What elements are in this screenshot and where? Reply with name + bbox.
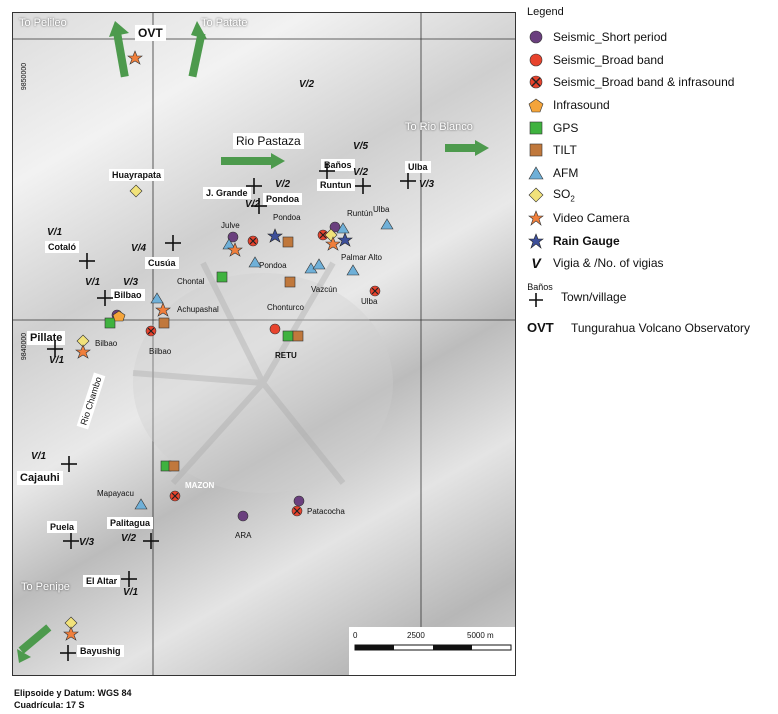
blue-star-icon xyxy=(528,232,544,249)
vigia-3: V/3 xyxy=(419,179,435,190)
legend-item-infrasound: Infrasound xyxy=(527,94,777,117)
legend-label: AFM xyxy=(553,165,579,180)
scale-bar-graphic xyxy=(354,644,512,651)
legend-item-seismic-short: Seismic_Short period xyxy=(527,26,777,49)
so2-huayrapata-icon xyxy=(129,184,143,198)
legend-item-gps: GPS xyxy=(527,116,777,139)
vigia-7: V/4 xyxy=(131,243,147,254)
legend-item-afm: AFM xyxy=(527,162,777,185)
afm-vazcun2-icon xyxy=(312,258,326,270)
legend: Legend Seismic_Short period Seismic_Broa… xyxy=(527,6,777,339)
seismic-bbi-pondoa-icon xyxy=(247,235,259,247)
tilt-bilbao-icon xyxy=(158,317,170,329)
legend-item-vigia: V Vigia & /No. of vigias xyxy=(527,252,777,275)
green-square-icon xyxy=(529,121,543,134)
seismic-bbi-patacocha-icon xyxy=(291,505,303,517)
rain-gauge-pondoa-icon xyxy=(267,228,283,243)
blue-triangle-icon xyxy=(528,166,544,180)
legend-label: Seismic_Short period xyxy=(553,30,668,45)
vigia-10: V/1 xyxy=(49,355,65,366)
station-symbols xyxy=(63,50,394,641)
footer-datum: Elipsoide y Datum: WGS 84 xyxy=(14,688,132,698)
rain-gauge-runtun-icon xyxy=(337,232,353,247)
camera-achupashal-icon xyxy=(155,302,171,317)
vigia-4: V/2 xyxy=(353,167,369,178)
legend-item-seismic-bb-infra: Seismic_Broad band & infrasound xyxy=(527,71,777,94)
vigia-5: V/2 xyxy=(275,179,291,190)
legend-label: Infrasound xyxy=(553,98,610,113)
red-circle-icon xyxy=(529,53,543,67)
seismic-sp-ara-icon xyxy=(237,510,249,522)
vigia-v-icon: V xyxy=(531,255,541,272)
vigia-8: V/1 xyxy=(85,277,101,288)
legend-ovt-code: OVT xyxy=(527,320,554,336)
gps-bilbao-icon xyxy=(104,317,116,329)
seismic-bbi-mazon-icon xyxy=(169,490,181,502)
scale-bar: 0 2500 5000 m xyxy=(349,627,515,675)
orange-star-icon xyxy=(528,210,544,226)
legend-label: Tungurahua Volcano Observatory xyxy=(571,320,750,335)
purple-circle-icon xyxy=(529,30,543,44)
legend-label: Rain Gauge xyxy=(553,233,620,248)
legend-item-tilt: TILT xyxy=(527,139,777,162)
vigia-15: V/2 xyxy=(245,199,261,210)
camera-runtun-icon xyxy=(325,236,341,251)
tilt-pondoa-icon xyxy=(282,236,294,248)
legend-title: Legend xyxy=(527,6,564,18)
vigia-11: V/1 xyxy=(31,451,47,462)
gps-chontal-icon xyxy=(216,271,228,283)
vigia-14: V/1 xyxy=(123,587,139,598)
orange-pentagon-icon xyxy=(528,98,544,113)
vigia-13: V/2 xyxy=(121,533,137,544)
seismic-bb-retu-icon xyxy=(269,323,281,335)
legend-label: Video Camera xyxy=(553,211,630,226)
yellow-diamond-icon xyxy=(528,188,544,203)
camera-bayushig-icon xyxy=(63,626,79,641)
red-x-circle-icon xyxy=(529,76,543,89)
tilt-chonturco-icon xyxy=(284,276,296,288)
seismic-sp-patacocha-icon xyxy=(293,495,305,507)
legend-item-video-camera: Video Camera xyxy=(527,207,777,230)
vigia-2: V/5 xyxy=(353,141,369,152)
map-frame: 9850000 9840000 9830000 780000 790000 To… xyxy=(12,12,516,676)
afm-pondoa-icon xyxy=(248,256,262,268)
afm-palmar-icon xyxy=(346,264,360,276)
legend-town-name: Baños xyxy=(527,281,553,292)
legend-label: GPS xyxy=(553,120,579,135)
legend-item-seismic-bb: Seismic_Broad band xyxy=(527,49,777,72)
legend-item-ovt: OVT Tungurahua Volcano Observatory xyxy=(527,317,777,340)
vigia-12: V/3 xyxy=(79,537,95,548)
legend-label: Seismic_Broad band & infrasound xyxy=(553,75,735,90)
afm-mapayacu-icon xyxy=(134,498,148,510)
vigia-9: V/3 xyxy=(123,277,139,288)
legend-label: TILT xyxy=(553,143,577,158)
legend-label: Seismic_Broad band xyxy=(553,52,664,67)
legend-item-rain-gauge: Rain Gauge xyxy=(527,229,777,252)
legend-item-so2: SO2 xyxy=(527,184,777,207)
legend-label: SO2 xyxy=(553,187,575,204)
tilt-mazon-icon xyxy=(168,460,180,472)
town-cross-icon xyxy=(529,292,543,307)
vigia-1: V/2 xyxy=(299,79,315,90)
tilt-retu-icon xyxy=(292,330,304,342)
afm-achupashal-icon xyxy=(150,292,164,304)
seismic-bbi-bilbao-icon xyxy=(145,325,157,337)
afm-ulba-icon xyxy=(380,218,394,230)
seismic-bbi-ulba-icon xyxy=(369,285,381,297)
legend-label: Town/village xyxy=(561,289,627,304)
legend-label: Vigia & /No. of vigias xyxy=(553,256,664,271)
brown-square-icon xyxy=(529,143,543,157)
gps-retu-icon xyxy=(282,330,294,342)
camera-ovt-icon xyxy=(127,50,143,65)
camera-pillate-icon xyxy=(75,344,91,359)
footer-zone: Cuadrícula: 17 S xyxy=(14,700,85,710)
vigia-6: V/1 xyxy=(47,227,63,238)
legend-item-town: Baños Town/village xyxy=(527,279,777,315)
